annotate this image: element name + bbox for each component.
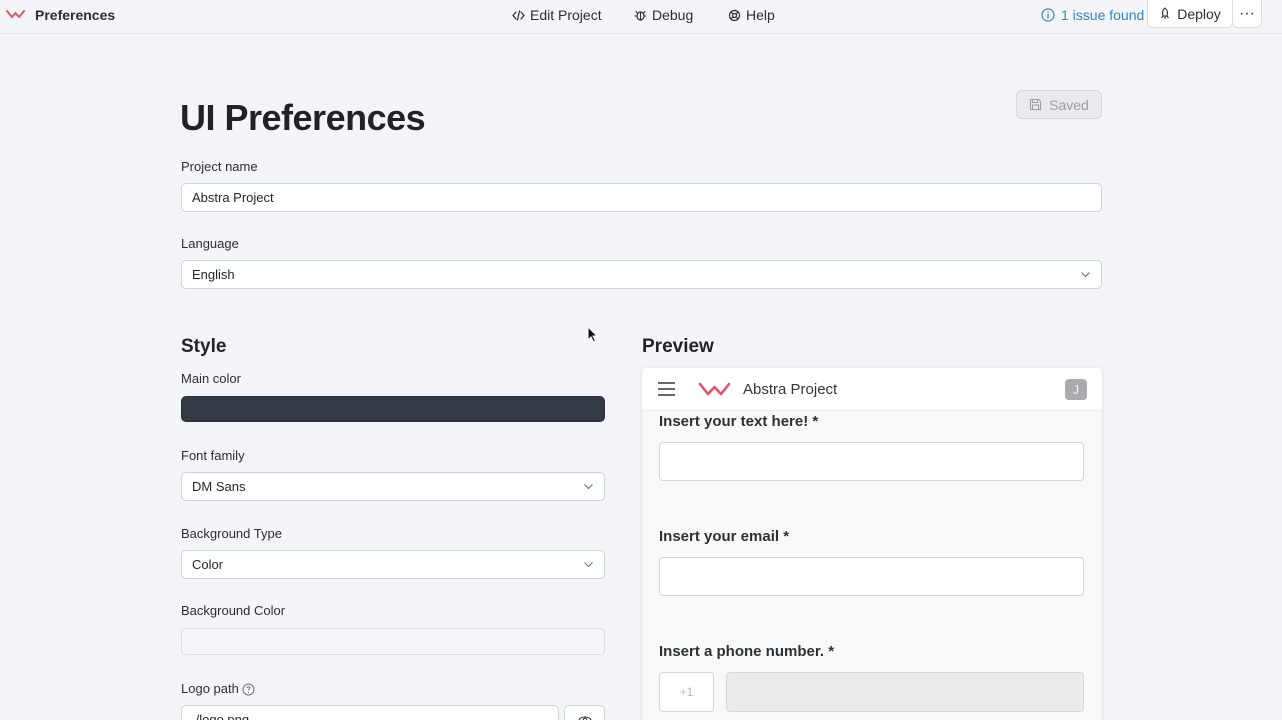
chevron-down-icon bbox=[584, 562, 593, 568]
chevron-down-icon bbox=[1081, 272, 1090, 278]
issues-link[interactable]: 1 issue found bbox=[1041, 7, 1144, 23]
save-icon bbox=[1030, 98, 1042, 111]
bug-icon bbox=[634, 10, 647, 21]
preview-country-code[interactable]: +1 bbox=[659, 672, 714, 712]
preview-panel: Abstra Project J Insert your text here! … bbox=[642, 368, 1102, 720]
help-circle-icon[interactable] bbox=[242, 683, 255, 696]
font-family-value: DM Sans bbox=[192, 479, 246, 494]
preview-phone-label: Insert a phone number. * bbox=[659, 643, 835, 660]
mouse-cursor-icon bbox=[587, 326, 598, 343]
nav-debug-label: Debug bbox=[652, 7, 694, 23]
preview-text-label: Insert your text here! * bbox=[659, 413, 819, 430]
preview-header: Abstra Project J bbox=[642, 368, 1102, 411]
background-type-select[interactable]: Color bbox=[181, 550, 605, 579]
background-type-label: Background Type bbox=[181, 526, 282, 541]
language-label: Language bbox=[181, 236, 239, 251]
abstra-logo-icon bbox=[6, 10, 25, 18]
preview-logo-button[interactable] bbox=[564, 705, 605, 720]
more-options-button[interactable]: ··· bbox=[1232, 0, 1262, 28]
language-value: English bbox=[192, 267, 235, 282]
project-name-label: Project name bbox=[181, 159, 258, 174]
chevron-down-icon bbox=[584, 484, 593, 490]
rocket-icon bbox=[1161, 7, 1170, 19]
font-family-label: Font family bbox=[181, 448, 245, 463]
nav-debug[interactable]: Debug bbox=[634, 7, 693, 23]
nav-help-label: Help bbox=[746, 7, 775, 23]
nav-edit-project-label: Edit Project bbox=[530, 7, 602, 23]
preview-text-input[interactable] bbox=[659, 442, 1084, 481]
eye-icon bbox=[577, 716, 592, 720]
style-section-title: Style bbox=[181, 336, 227, 357]
main-color-label: Main color bbox=[181, 371, 241, 386]
font-family-select[interactable]: DM Sans bbox=[181, 472, 605, 501]
background-type-value: Color bbox=[192, 557, 224, 572]
logo-path-input[interactable]: ./logo.png bbox=[181, 705, 559, 720]
logo-path-label-text: Logo path bbox=[181, 681, 239, 696]
saved-button[interactable]: Saved bbox=[1016, 90, 1102, 119]
preview-email-input[interactable] bbox=[659, 557, 1084, 596]
background-color-input[interactable] bbox=[181, 628, 605, 655]
language-select[interactable]: English bbox=[181, 260, 1102, 289]
page-title: UI Preferences bbox=[180, 97, 426, 138]
logo-path-label: Logo path bbox=[181, 681, 255, 696]
menu-icon[interactable] bbox=[658, 382, 675, 396]
preview-email-label: Insert your email * bbox=[659, 528, 790, 545]
preview-section-title: Preview bbox=[642, 336, 714, 357]
background-color-label: Background Color bbox=[181, 603, 286, 618]
deploy-button[interactable]: Deploy bbox=[1147, 0, 1233, 28]
deploy-label: Deploy bbox=[1177, 5, 1221, 22]
saved-label: Saved bbox=[1049, 96, 1089, 113]
top-bar: Preferences Edit Project Debug Help 1 is… bbox=[0, 0, 1282, 34]
issues-label: 1 issue found bbox=[1061, 7, 1145, 23]
info-icon bbox=[1041, 8, 1055, 22]
nav-help[interactable]: Help bbox=[728, 7, 775, 23]
app-title: Preferences bbox=[35, 7, 116, 23]
preview-logo-icon bbox=[698, 382, 731, 396]
nav-edit-project[interactable]: Edit Project bbox=[512, 7, 602, 23]
project-name-input[interactable]: Abstra Project bbox=[181, 183, 1102, 212]
code-icon bbox=[512, 9, 525, 21]
preview-phone-input[interactable] bbox=[726, 672, 1084, 712]
avatar[interactable]: J bbox=[1065, 379, 1087, 400]
more-icon: ··· bbox=[1239, 4, 1255, 22]
lifebuoy-icon bbox=[728, 9, 741, 21]
preview-project-name: Abstra Project bbox=[743, 381, 838, 398]
main-color-picker[interactable] bbox=[181, 396, 605, 422]
